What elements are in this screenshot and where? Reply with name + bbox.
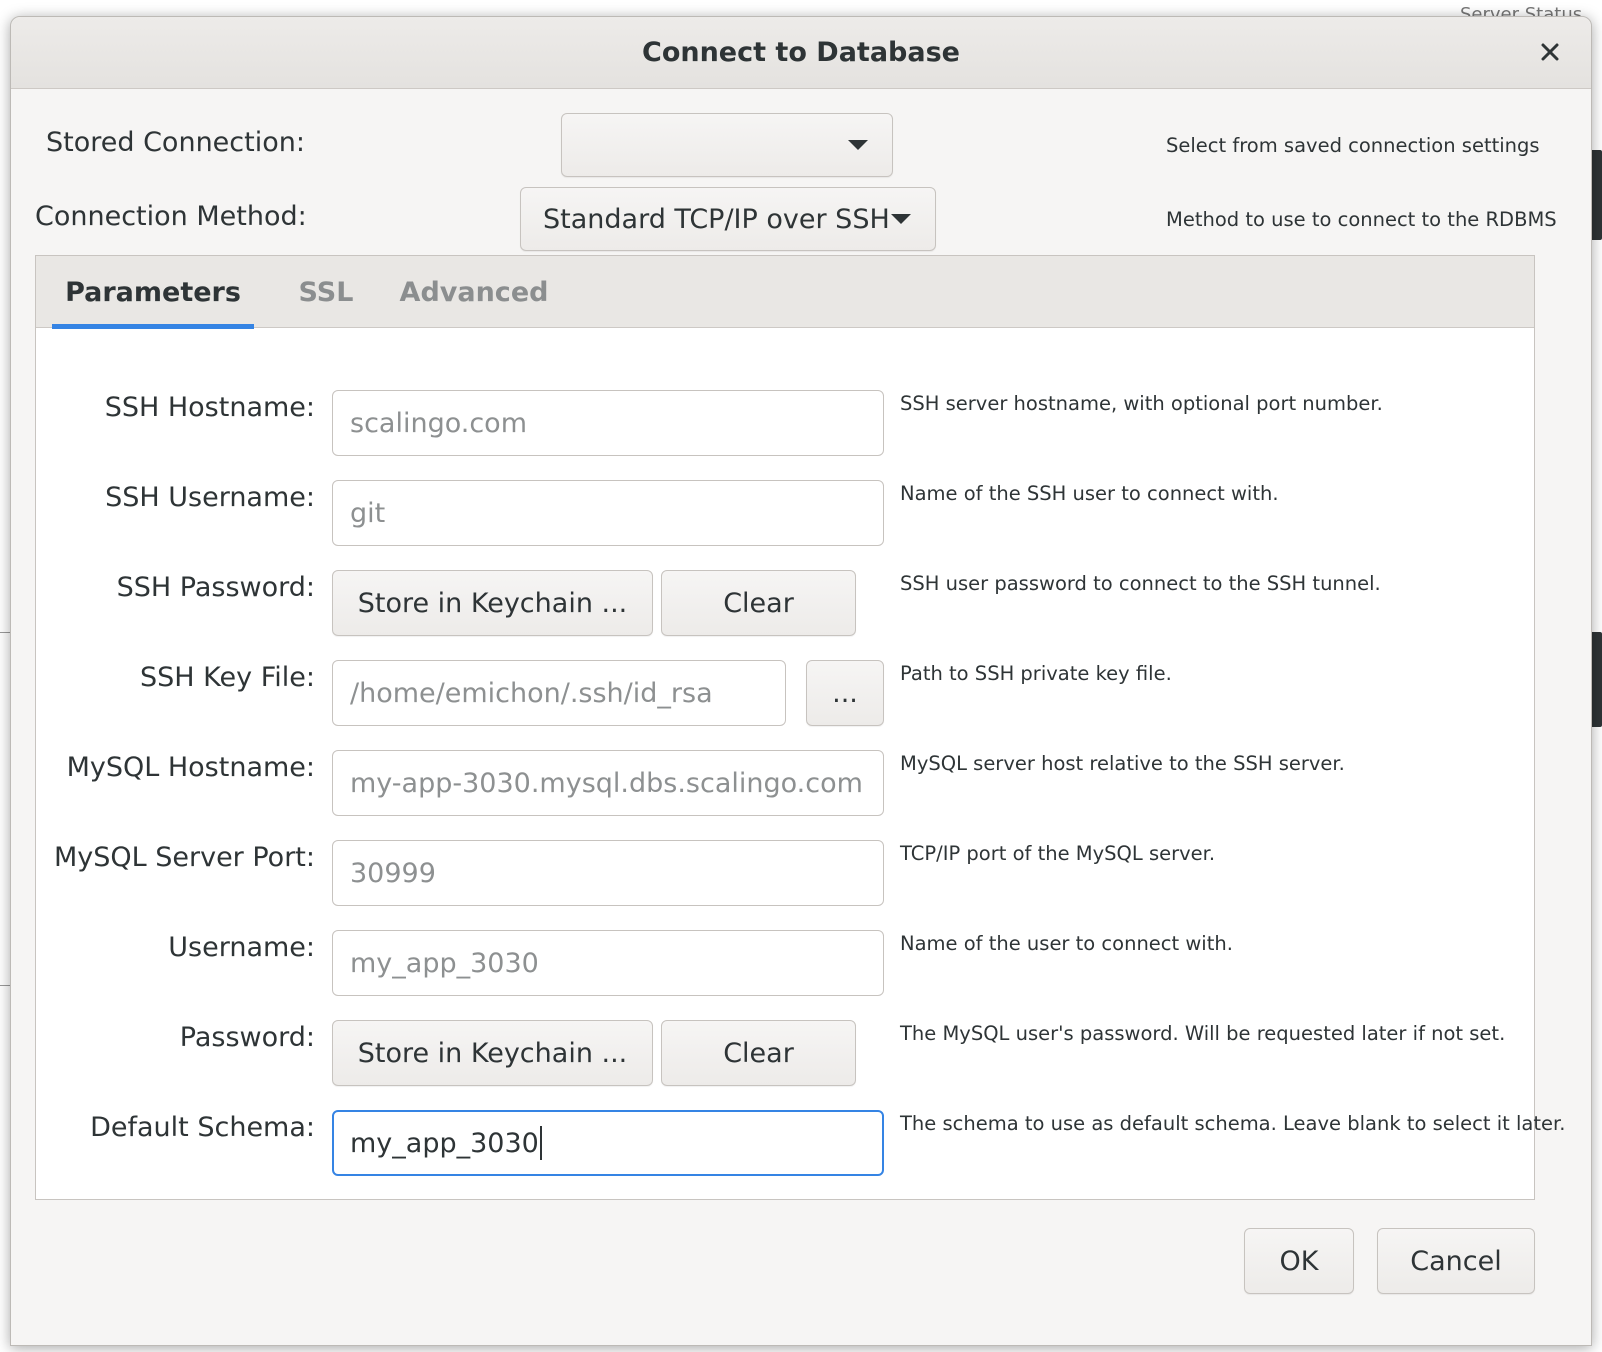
mysql-port-label: MySQL Server Port:: [53, 842, 315, 873]
tab-bar: Parameters SSL Advanced: [36, 256, 1534, 329]
ssh-username-label: SSH Username:: [105, 482, 315, 513]
default-schema-label: Default Schema:: [90, 1112, 315, 1143]
stored-connection-hint: Select from saved connection settings: [1166, 134, 1540, 157]
ssh-key-file-input[interactable]: /home/emichon/.ssh/id_rsa: [332, 660, 786, 726]
password-hint: The MySQL user's password. Will be reque…: [900, 1022, 1506, 1045]
caret-down-icon: [848, 140, 868, 150]
text-caret: [539, 1126, 542, 1160]
ssh-password-hint: SSH user password to connect to the SSH …: [900, 572, 1381, 595]
tab-parameters[interactable]: Parameters: [52, 256, 254, 329]
stored-connection-dropdown[interactable]: [561, 113, 893, 177]
ssh-hostname-hint: SSH server hostname, with optional port …: [900, 392, 1383, 415]
connect-dialog: Connect to Database Stored Connection: S…: [10, 16, 1592, 1346]
ssh-key-file-hint: Path to SSH private key file.: [900, 662, 1172, 685]
background-divider: [0, 985, 10, 986]
cancel-button[interactable]: Cancel: [1377, 1228, 1535, 1294]
connection-method-hint: Method to use to connect to the RDBMS: [1166, 208, 1557, 231]
dialog-title: Connect to Database: [642, 37, 960, 68]
ssh-username-input[interactable]: git: [332, 480, 884, 546]
connection-method-dropdown[interactable]: Standard TCP/IP over SSH: [520, 187, 936, 251]
ok-button[interactable]: OK: [1244, 1228, 1354, 1294]
dialog-titlebar: Connect to Database: [11, 17, 1591, 89]
mysql-port-hint: TCP/IP port of the MySQL server.: [900, 842, 1216, 865]
ssh-username-hint: Name of the SSH user to connect with.: [900, 482, 1279, 505]
caret-down-icon: [891, 214, 911, 224]
ssh-hostname-label: SSH Hostname:: [104, 392, 315, 423]
mysql-hostname-hint: MySQL server host relative to the SSH se…: [900, 752, 1345, 775]
default-schema-value: my_app_3030: [350, 1127, 539, 1159]
ssh-hostname-input[interactable]: scalingo.com: [332, 390, 884, 456]
username-hint: Name of the user to connect with.: [900, 932, 1233, 955]
connection-method-value: Standard TCP/IP over SSH: [543, 203, 890, 235]
browse-key-file-button[interactable]: ...: [806, 660, 884, 726]
close-button[interactable]: [1531, 33, 1569, 71]
background-divider: [0, 632, 10, 633]
connection-method-label: Connection Method:: [35, 201, 307, 232]
ssh-key-file-label: SSH Key File:: [140, 662, 315, 693]
username-label: Username:: [168, 932, 315, 963]
ssh-store-keychain-button[interactable]: Store in Keychain ...: [332, 570, 653, 636]
store-keychain-button[interactable]: Store in Keychain ...: [332, 1020, 653, 1086]
clear-password-button[interactable]: Clear: [661, 1020, 856, 1086]
mysql-hostname-input[interactable]: my-app-3030.mysql.dbs.scalingo.com: [332, 750, 884, 816]
ssh-clear-password-button[interactable]: Clear: [661, 570, 856, 636]
stored-connection-label: Stored Connection:: [46, 127, 305, 158]
tab-ssl[interactable]: SSL: [288, 256, 364, 328]
default-schema-hint: The schema to use as default schema. Lea…: [900, 1112, 1566, 1135]
mysql-hostname-label: MySQL Hostname:: [66, 752, 315, 783]
password-label: Password:: [179, 1022, 315, 1053]
close-icon: [1541, 43, 1559, 61]
default-schema-input[interactable]: my_app_3030: [332, 1110, 884, 1176]
parameters-notebook: Parameters SSL Advanced SSH Hostname: sc…: [35, 255, 1565, 1200]
username-input[interactable]: my_app_3030: [332, 930, 884, 996]
tab-advanced[interactable]: Advanced: [400, 256, 549, 328]
ssh-password-label: SSH Password:: [116, 572, 315, 603]
mysql-port-input[interactable]: 30999: [332, 840, 884, 906]
